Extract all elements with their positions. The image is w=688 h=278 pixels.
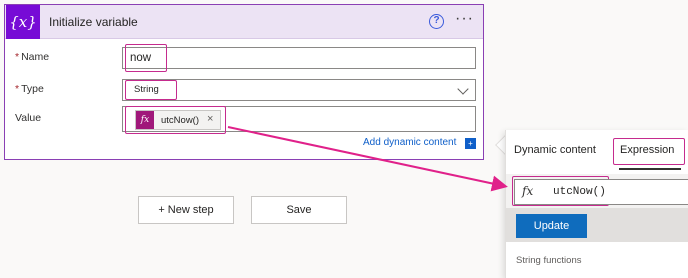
required-mark: * xyxy=(15,83,20,95)
required-mark: * xyxy=(15,51,20,63)
function-icon: fx xyxy=(522,184,534,198)
value-label: Value xyxy=(15,112,42,124)
name-value: now xyxy=(130,52,152,64)
type-label: * Type xyxy=(15,83,44,95)
expression-token[interactable]: fx utcNow() × xyxy=(135,110,221,130)
name-label-text: Name xyxy=(21,51,50,63)
expression-text: utcNow() xyxy=(553,186,606,198)
type-value: String xyxy=(134,84,159,95)
initialize-variable-card: {x} Initialize variable ? ··· * Name now … xyxy=(4,4,484,160)
update-row: Update xyxy=(506,208,688,242)
save-button[interactable]: Save xyxy=(251,196,347,224)
new-step-button[interactable]: + New step xyxy=(138,196,234,224)
chevron-down-icon[interactable] xyxy=(457,83,469,95)
name-field[interactable]: now xyxy=(122,44,476,72)
help-icon[interactable]: ? xyxy=(429,14,444,29)
tab-dynamic-content[interactable]: Dynamic content xyxy=(514,144,596,156)
add-dynamic-content-link[interactable]: Add dynamic content xyxy=(363,137,456,148)
update-button[interactable]: Update xyxy=(516,214,587,238)
type-select[interactable]: String xyxy=(122,79,476,101)
more-options-icon[interactable]: ··· xyxy=(455,10,474,28)
string-functions-heading[interactable]: String functions xyxy=(516,255,581,266)
value-field[interactable]: fx utcNow() × xyxy=(122,106,476,134)
type-label-text: Type xyxy=(21,83,44,95)
flow-designer: {x} Initialize variable ? ··· * Name now … xyxy=(0,0,688,278)
card-header[interactable]: {x} Initialize variable ? ··· xyxy=(5,5,483,39)
dynamic-content-panel: Dynamic content Expression fx utcNow() U… xyxy=(505,130,688,278)
add-dynamic-content-icon[interactable]: + xyxy=(465,138,476,149)
tab-underline xyxy=(619,168,681,170)
tab-expression[interactable]: Expression xyxy=(620,144,674,156)
expression-row: fx utcNow() xyxy=(506,174,688,208)
function-icon: fx xyxy=(136,111,154,129)
expression-input[interactable]: fx utcNow() xyxy=(514,179,688,205)
close-icon[interactable]: × xyxy=(207,113,213,125)
card-title: Initialize variable xyxy=(49,15,138,29)
variable-icon: {x} xyxy=(6,5,40,39)
name-label: * Name xyxy=(15,51,49,63)
token-label: utcNow() xyxy=(161,115,200,126)
